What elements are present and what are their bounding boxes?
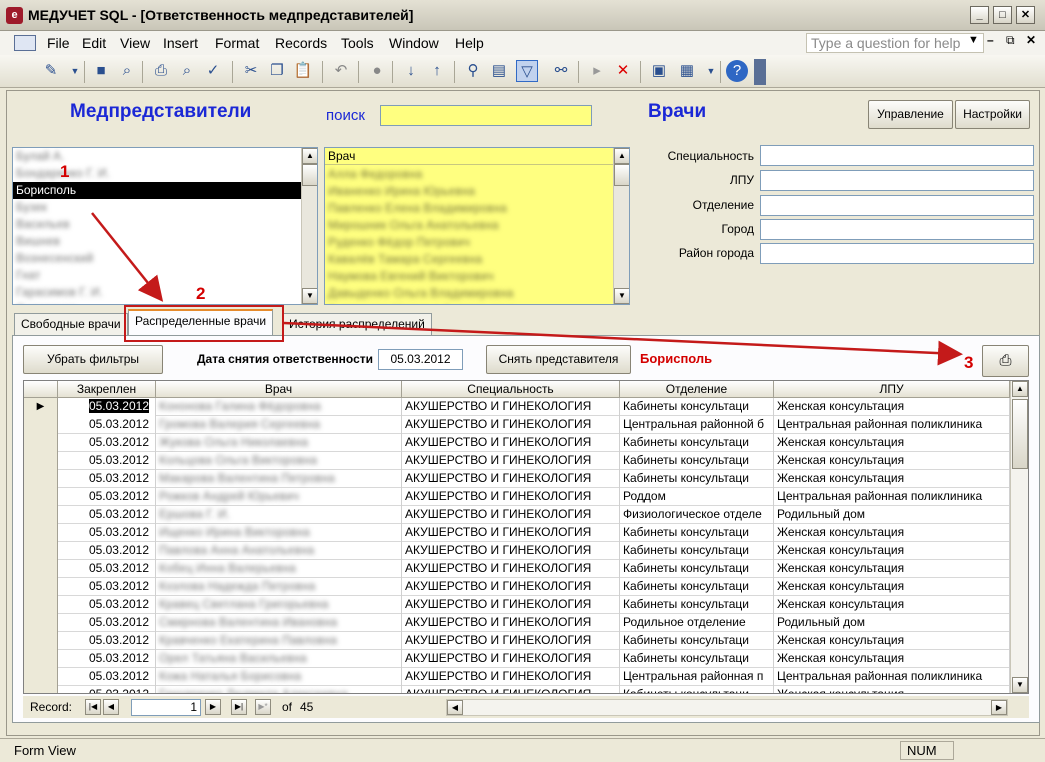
arrow-2-to-3	[283, 321, 963, 366]
annotation-1: 1	[60, 162, 70, 181]
status-view: Form View	[14, 743, 76, 758]
annotation-arrows	[91, 212, 963, 366]
status-num: NUM	[900, 741, 954, 760]
annotation-3: 3	[964, 353, 974, 372]
status-bar: Form View NUM	[0, 738, 1045, 762]
annotation-2: 2	[196, 284, 206, 303]
arrow-1-to-2	[91, 212, 164, 302]
